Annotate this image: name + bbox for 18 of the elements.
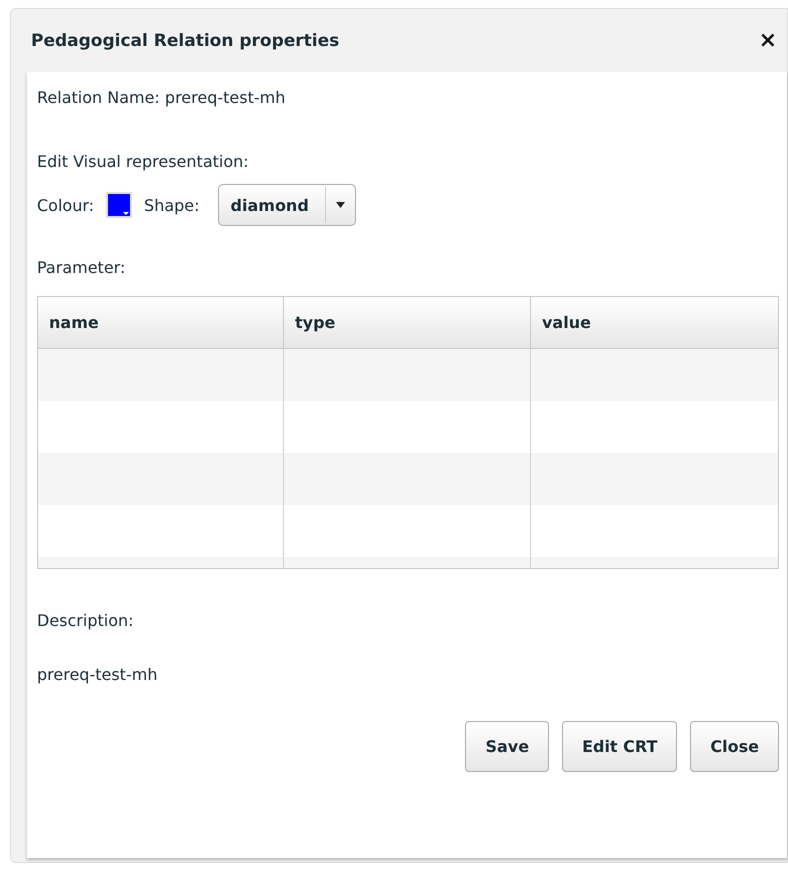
column-header[interactable]: value bbox=[531, 297, 778, 348]
section-heading: Description: bbox=[37, 610, 135, 632]
section-heading: Parameter: bbox=[37, 257, 126, 279]
section-heading: Edit Visual representation: bbox=[37, 151, 250, 173]
relation-name-text: Relation Name: prereq-test-mh bbox=[37, 87, 286, 109]
column-header[interactable]: name bbox=[38, 297, 284, 348]
dialog-button[interactable]: Close bbox=[690, 721, 779, 772]
caret-icon bbox=[336, 202, 345, 208]
column-header[interactable]: type bbox=[284, 297, 531, 348]
description-text: prereq-test-mh bbox=[37, 664, 158, 686]
colour-picker[interactable] bbox=[106, 192, 132, 218]
colour-label: Colour: bbox=[37, 196, 94, 214]
close-button[interactable]: × bbox=[754, 28, 781, 53]
shape-label: Shape: bbox=[144, 196, 200, 214]
dialog-title: Pedagogical Relation properties bbox=[31, 30, 340, 50]
dialog-button[interactable]: Edit CRT bbox=[562, 721, 678, 772]
dialog-button[interactable]: Save bbox=[465, 721, 550, 772]
shape-dropdown[interactable]: diamond bbox=[218, 184, 356, 226]
